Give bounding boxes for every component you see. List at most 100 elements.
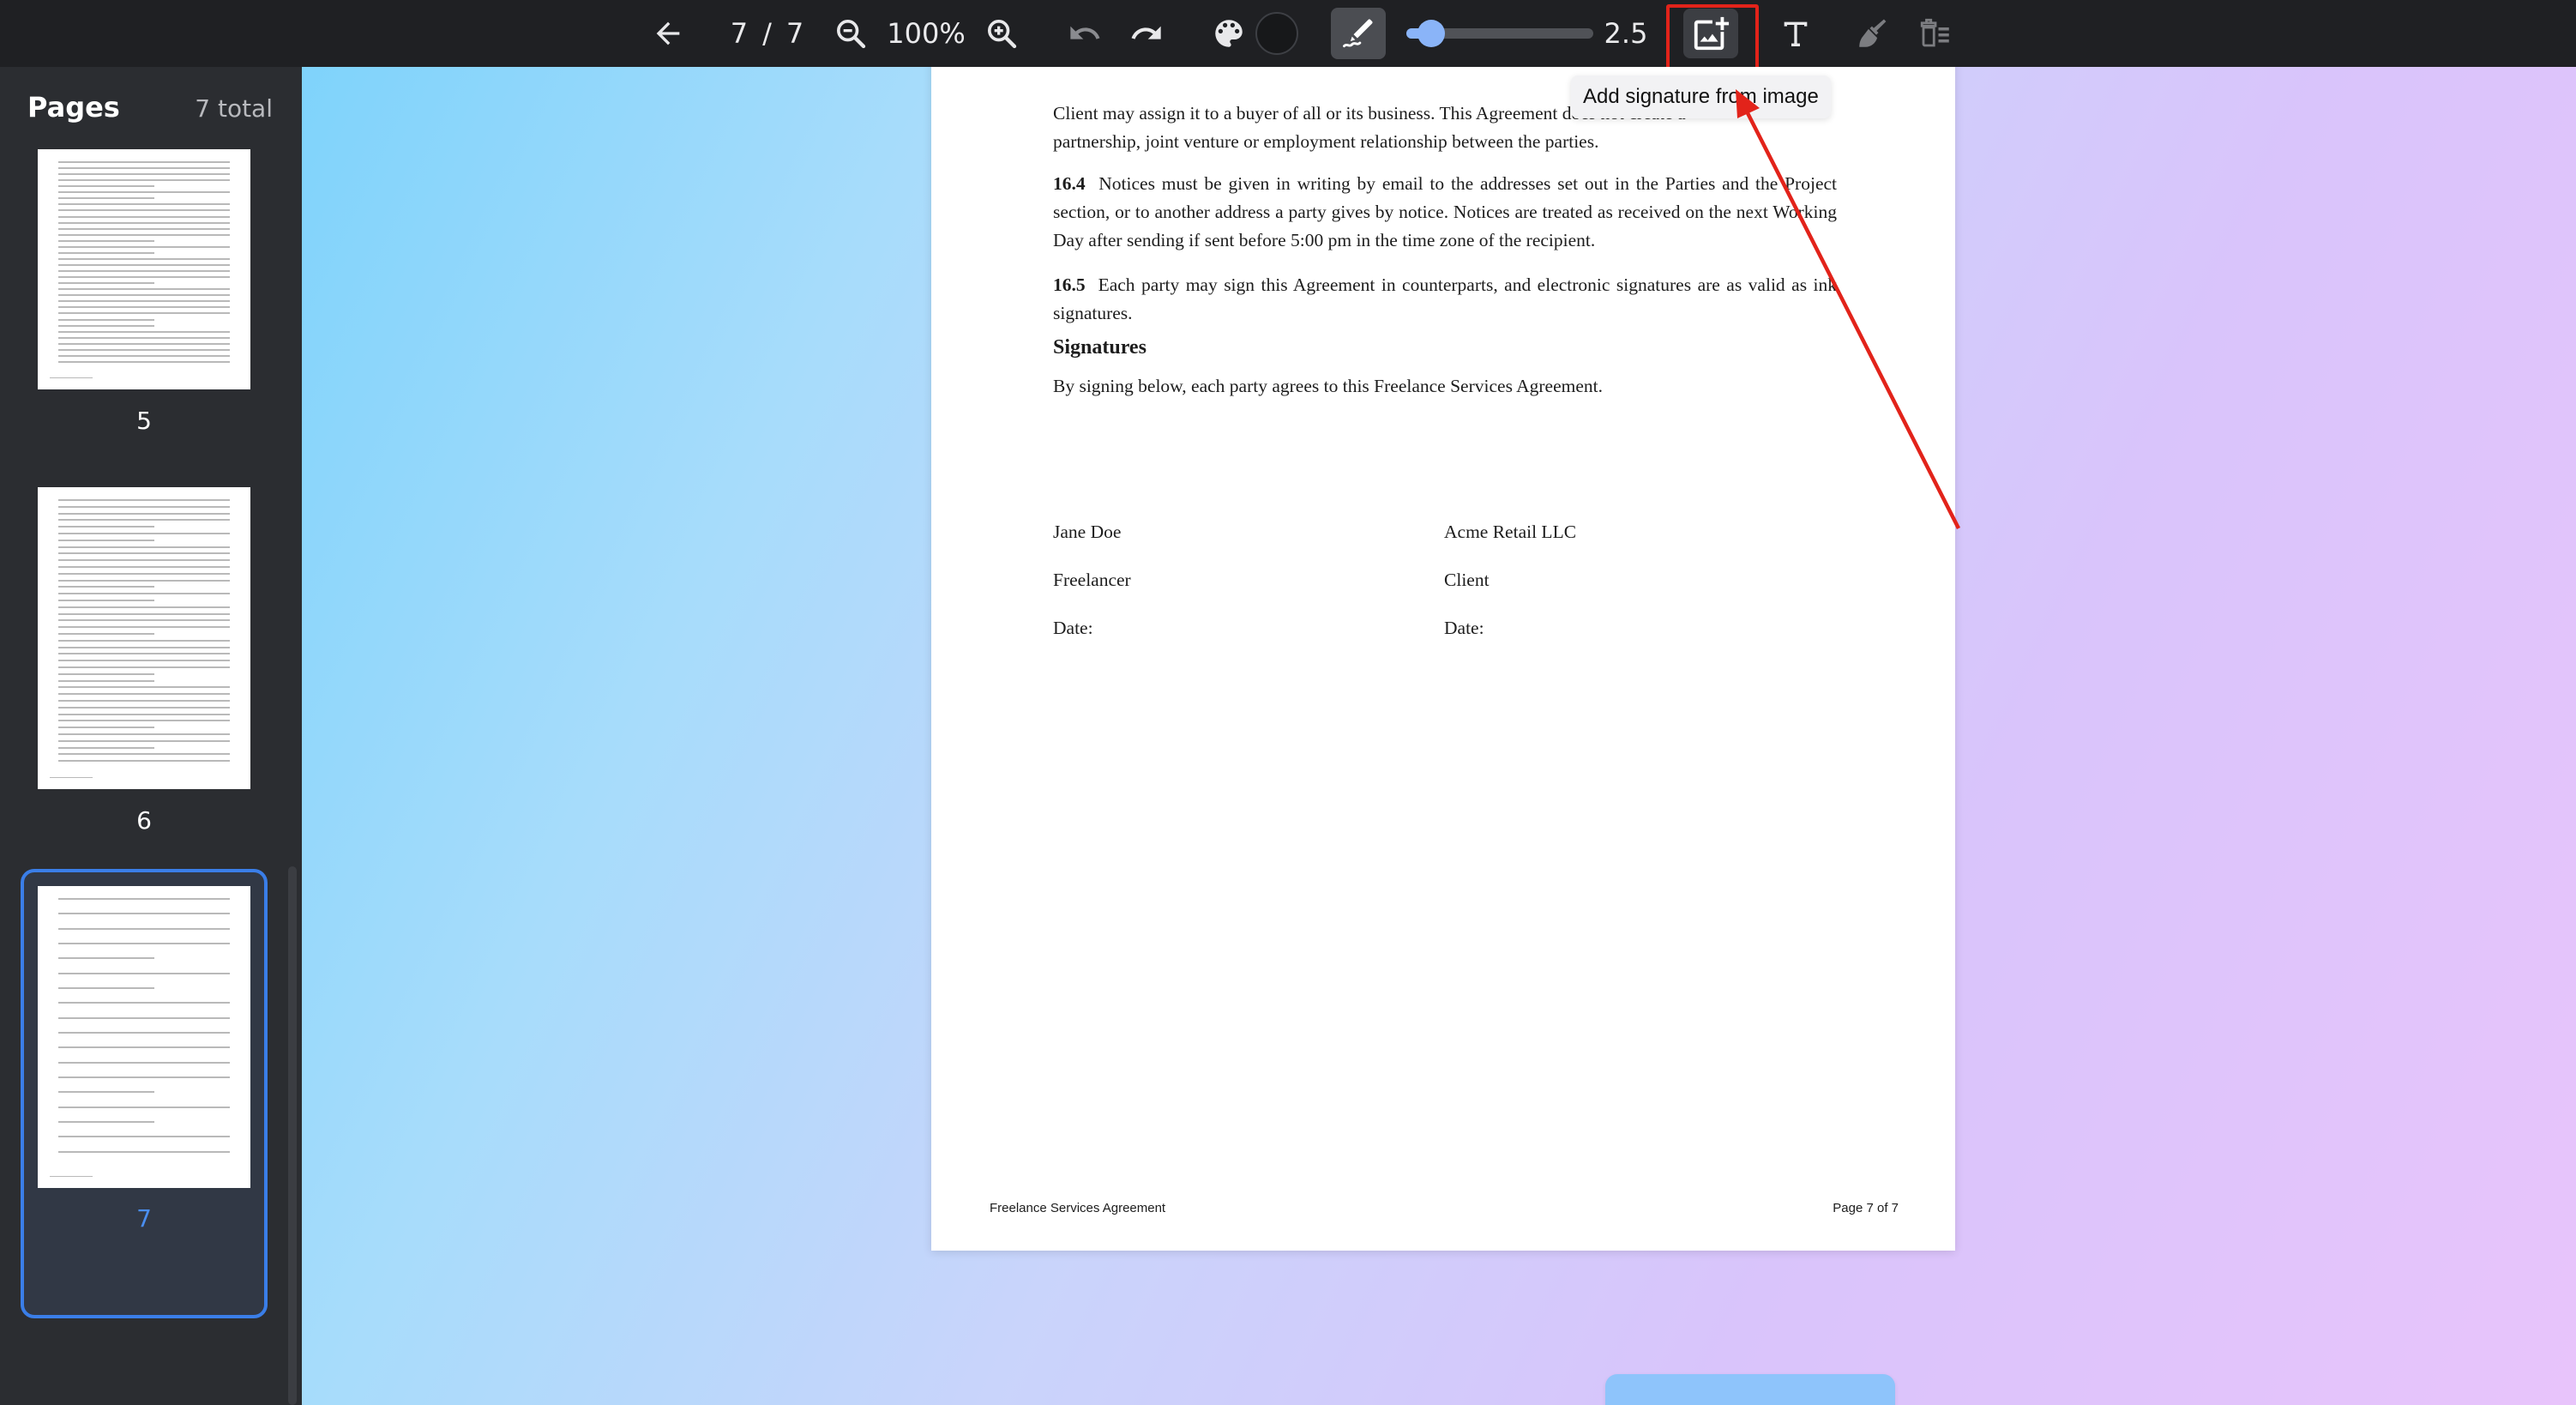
page-separator: / <box>762 17 773 50</box>
thumbnail-footer-line <box>50 377 93 378</box>
thumbnail-text-line <box>58 257 230 260</box>
thumbnail-text-line <box>58 324 154 327</box>
thumbnail-text-line <box>58 167 230 170</box>
signatures-heading: Signatures <box>1053 336 1147 359</box>
thumbnail-text-line <box>58 173 230 176</box>
add-text-button[interactable] <box>1775 0 1816 67</box>
thumbnail-text-line <box>58 227 230 230</box>
brush-size-slider-thumb[interactable] <box>1417 20 1446 47</box>
thumbnail-text-line <box>58 239 154 242</box>
document-viewer: Client may assign it to a buyer of all o… <box>302 67 2576 1405</box>
thumbnail-text-line <box>58 572 230 575</box>
page-thumbnail-label-6: 6 <box>136 806 152 835</box>
thumbnail-text-line <box>58 539 154 541</box>
thumbnail-text-line <box>58 215 230 218</box>
zoom-out-button[interactable] <box>830 0 871 67</box>
thumbnail-text-line <box>58 1061 230 1064</box>
thumbnail-text-line <box>58 927 230 930</box>
thumbnail-text-line <box>58 1002 230 1004</box>
thumbnail-text-line <box>58 264 230 266</box>
document-page[interactable]: Client may assign it to a buyer of all o… <box>931 67 1955 1251</box>
current-color-swatch[interactable] <box>1255 12 1298 55</box>
undo-button[interactable] <box>1062 0 1108 67</box>
page-thumbnail-label-5: 5 <box>136 407 152 435</box>
thumbnail-text-line <box>58 679 154 682</box>
thumbnail-text-line <box>58 197 154 200</box>
thumbnail-text-line <box>58 348 230 351</box>
zoom-in-button[interactable] <box>981 0 1022 67</box>
top-toolbar: 7 / 7 100% 2.5 <box>0 0 2576 73</box>
thumbnail-text-line <box>58 519 230 522</box>
thumbnail-text-line <box>58 1076 230 1078</box>
thumbnail-text-line <box>58 672 154 675</box>
thumbnail-text-line <box>58 209 230 212</box>
thumbnail-text-line <box>58 499 230 501</box>
add-signature-tooltip: Add signature from image <box>1571 75 1831 118</box>
signature-pen-button[interactable] <box>1331 8 1386 59</box>
page-thumbnail-7[interactable] <box>38 886 250 1188</box>
page-thumbnail-5[interactable] <box>38 149 250 389</box>
thumbnail-text-line <box>58 1106 230 1108</box>
thumbnail-text-line <box>58 1016 230 1019</box>
page-indicator: 7 / 7 <box>720 0 815 67</box>
thumbnail-text-line <box>58 330 230 333</box>
clause-number: 16.5 <box>1053 274 1086 295</box>
thumbnail-text-line <box>58 533 230 534</box>
thumbnail-text-line <box>58 626 230 629</box>
thumbnail-text-line <box>58 586 154 588</box>
annotation-highlight-box <box>1666 4 1759 73</box>
thumbnail-text-line <box>58 720 230 722</box>
broom-icon <box>1859 19 1887 47</box>
thumbnail-text-line <box>58 579 230 582</box>
thumbnail-text-line <box>58 161 230 163</box>
sidebar-scrollbar[interactable] <box>288 866 297 1405</box>
thumbnail-text-line <box>58 987 154 989</box>
thumbnail-text-line <box>58 633 154 635</box>
redo-button[interactable] <box>1123 0 1170 67</box>
zoom-out-icon <box>837 20 866 49</box>
thumbnail-text-line <box>58 706 230 709</box>
page-current[interactable]: 7 <box>731 17 749 50</box>
text-icon <box>1784 21 1808 46</box>
thumbnail-text-line <box>58 746 154 749</box>
thumbnail-text-line <box>58 593 230 595</box>
thumbnail-text-line <box>58 354 230 357</box>
thumbnail-text-line <box>58 566 230 568</box>
thumbnail-text-line <box>58 727 154 729</box>
delete-annotations-button[interactable] <box>1914 0 1957 67</box>
brush-size-value: 2.5 <box>1604 17 1648 50</box>
thumbnail-text-line <box>58 185 154 188</box>
thumbnail-text-line <box>58 612 230 615</box>
thumbnail-text-line <box>58 753 230 756</box>
zoom-in-icon <box>988 20 1017 49</box>
thumbnail-text-line <box>58 957 154 960</box>
thumbnail-text-line <box>58 898 230 900</box>
thumbnail-footer-line <box>50 777 93 778</box>
page-thumbnail-label-7: 7 <box>136 1204 152 1233</box>
thumbnail-text-line <box>58 294 230 297</box>
thumbnail-text-line <box>58 733 230 735</box>
thumbnail-text-line <box>58 653 230 655</box>
apply-and-save-button[interactable]: Apply and save <box>1605 1374 1895 1405</box>
thumbnail-text-line <box>58 360 230 363</box>
thumbnail-text-line <box>58 606 230 608</box>
thumbnail-footer-line <box>50 1176 93 1177</box>
thumbnail-text-line <box>58 646 230 648</box>
thumbnail-text-line <box>58 306 230 309</box>
palette-icon <box>1215 20 1243 47</box>
thumbnail-text-line <box>58 312 230 315</box>
back-button[interactable] <box>645 0 691 67</box>
color-palette-button[interactable] <box>1207 0 1250 67</box>
clause-text: Each party may sign this Agreement in co… <box>1053 274 1838 323</box>
sidebar-page-count: 7 total <box>195 94 273 123</box>
thumbnail-text-line <box>58 191 230 194</box>
thumbnail-text-line <box>58 512 230 515</box>
party-b-name: Acme Retail LLC <box>1444 522 1577 542</box>
page-thumbnail-6[interactable] <box>38 487 250 789</box>
thumbnail-text-line <box>58 1136 230 1138</box>
thumbnail-text-line <box>58 1046 230 1049</box>
party-b-role: Client <box>1444 570 1490 590</box>
clause-16-5: 16.5 Each party may sign this Agreement … <box>1053 271 1837 328</box>
eraser-button[interactable] <box>1852 0 1893 67</box>
zoom-level[interactable]: 100% <box>883 0 969 67</box>
